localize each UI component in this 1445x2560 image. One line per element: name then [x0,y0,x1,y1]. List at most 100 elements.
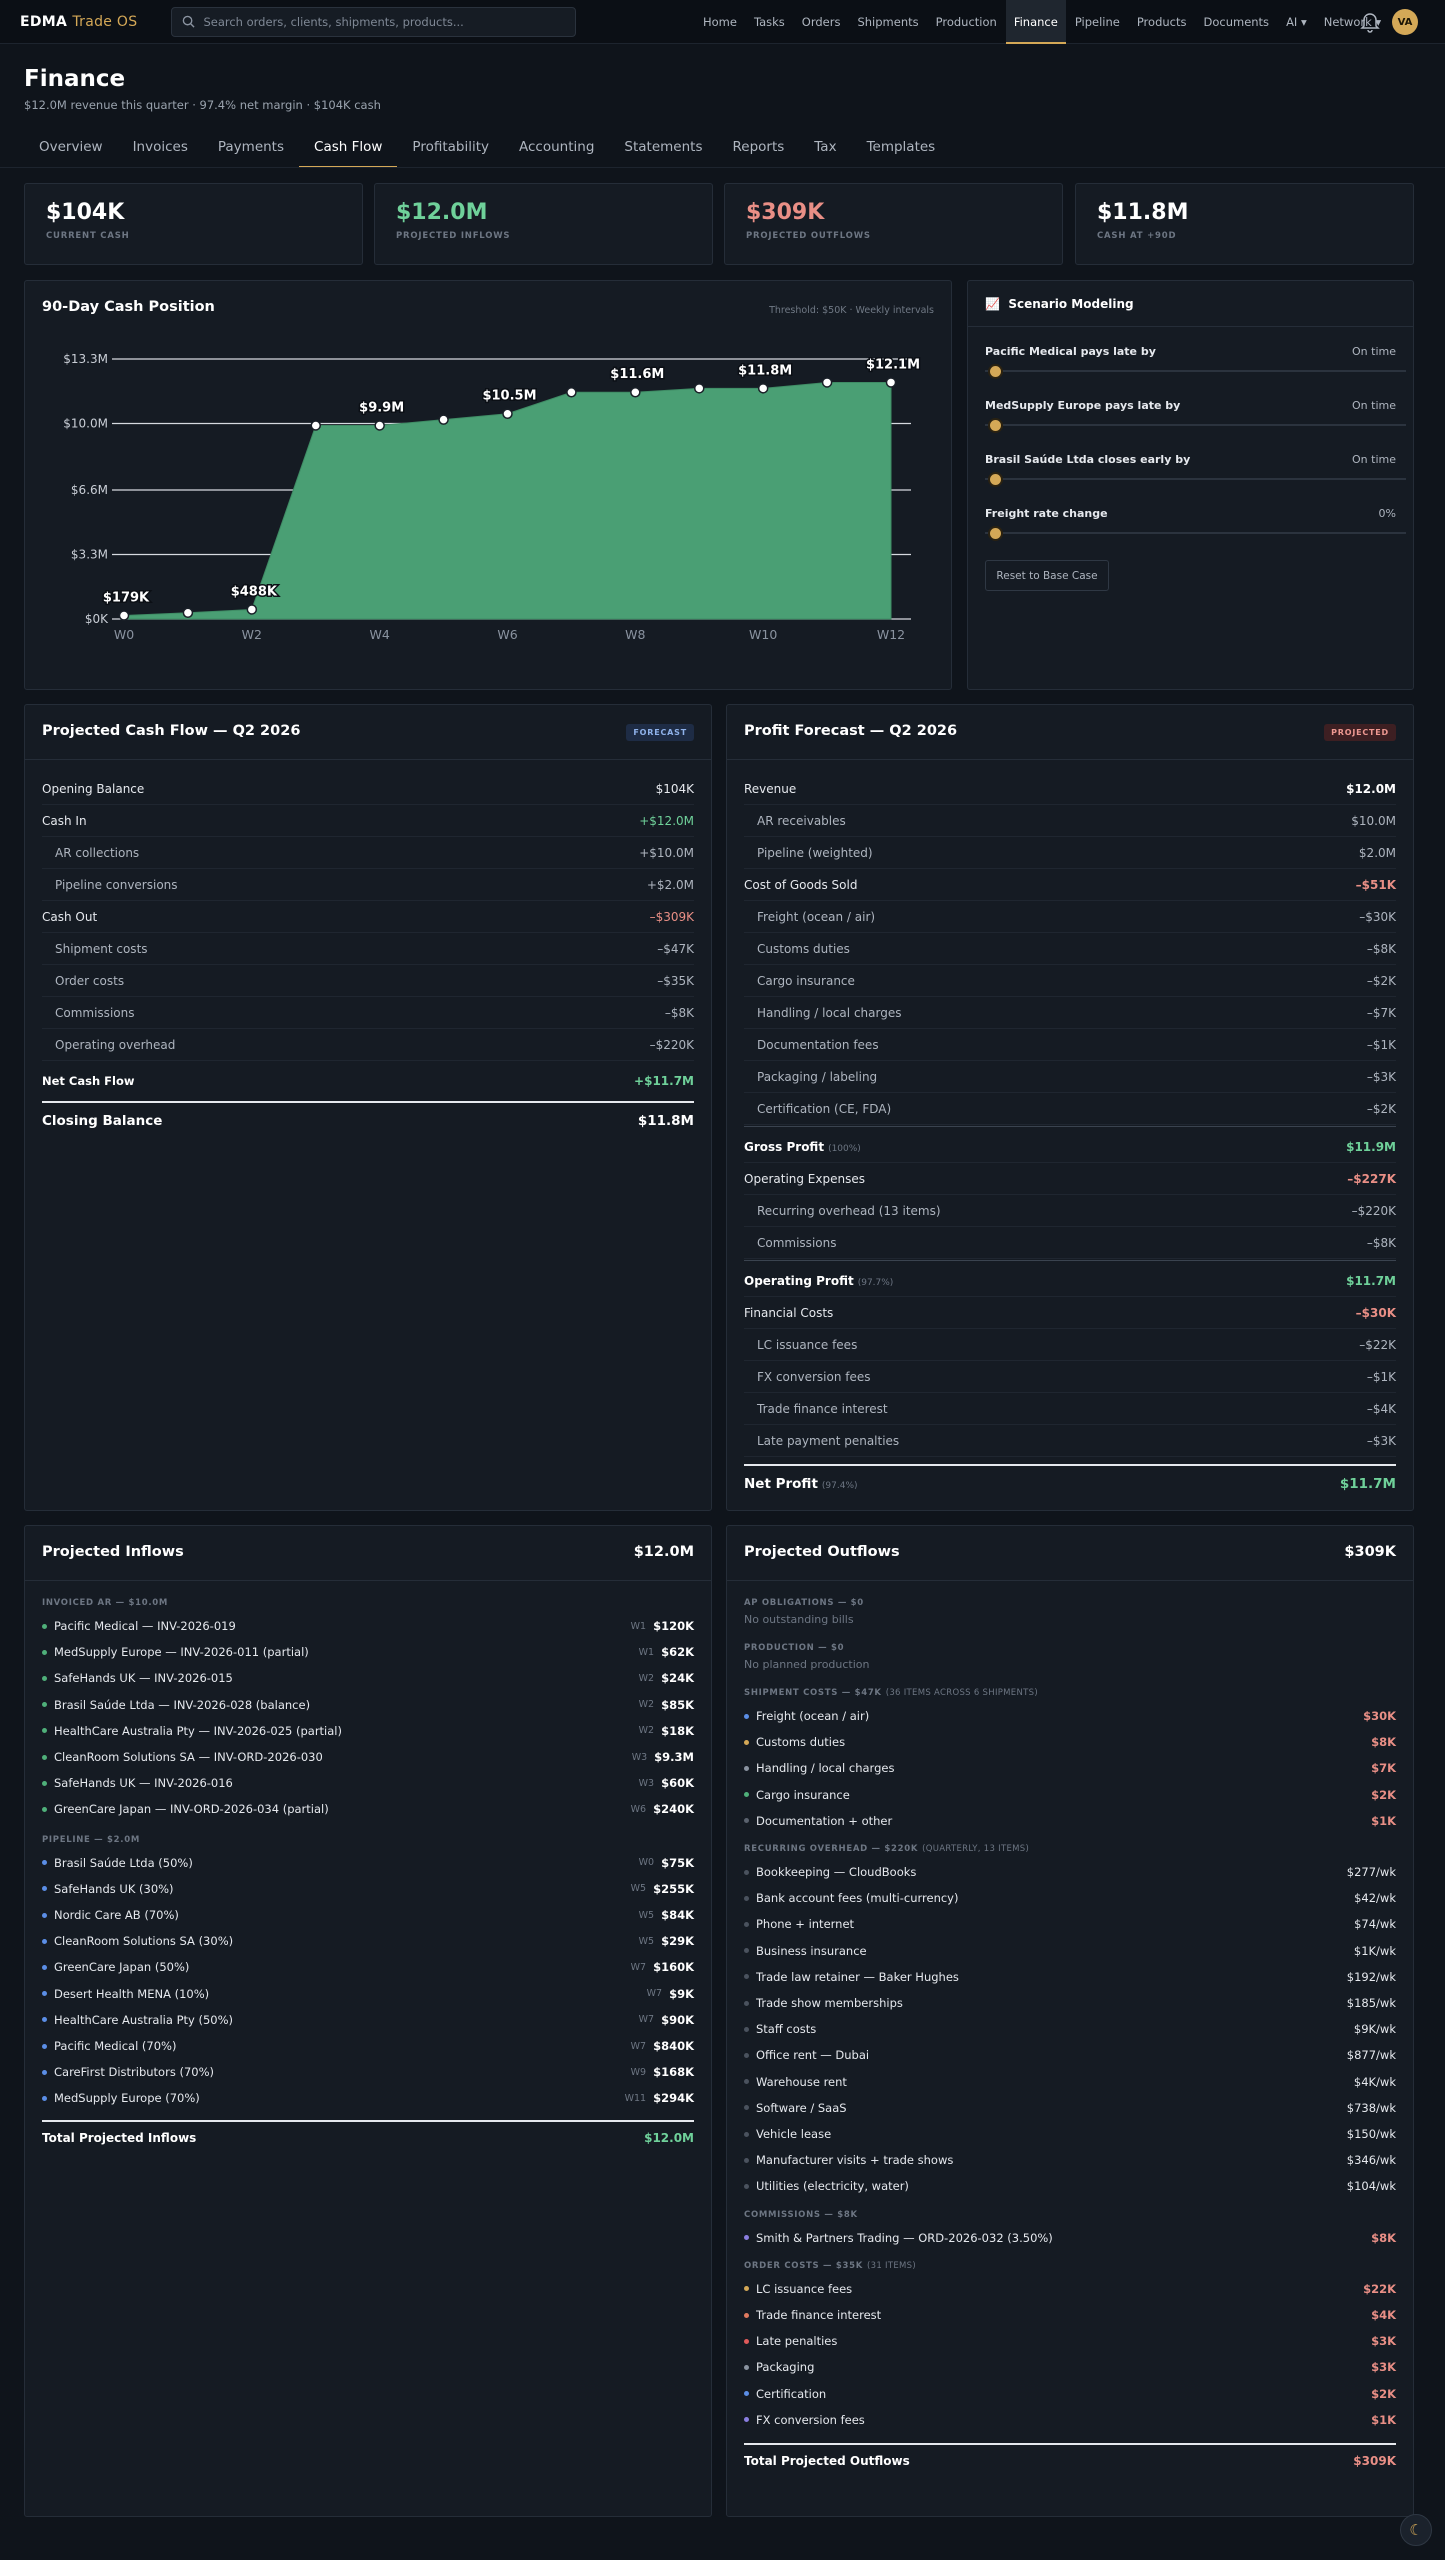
row-label: Closing Balance [42,1113,163,1129]
list-item: Smith & Partners Trading — ORD-2026-032 … [744,2225,1396,2251]
slider-track[interactable] [985,424,1406,426]
tab-cash-flow[interactable]: Cash Flow [299,126,398,168]
list-item: MedSupply Europe — INV-2026-011 (partial… [42,1639,694,1665]
item-amount: $277/wk [1346,1865,1396,1879]
row-label: Cost of Goods Sold [744,878,857,892]
list-item: Office rent — Dubai $877/wk [744,2042,1396,2068]
row-label-text: Pipeline (weighted) [757,845,873,860]
empty-text: No outstanding bills [744,1613,854,1626]
item-label: Bank account fees (multi-currency) [756,1891,959,1906]
nav-item-finance[interactable]: Finance [1005,0,1066,44]
tab-templates[interactable]: Templates [852,126,951,168]
item-label: CleanRoom Solutions SA (30%) [54,1934,234,1949]
projected-badge: PROJECTED [1324,724,1396,741]
list-item: Customs duties $8K [744,1729,1396,1755]
item-amount: $1K [1371,2412,1396,2427]
bullet-dot [744,1713,749,1719]
app-logo[interactable]: EDMA Trade OS [20,14,137,30]
row-label-text: Handling / local charges [757,1005,902,1020]
tab-accounting[interactable]: Accounting [504,126,609,168]
nav-item-ai[interactable]: AI ▾ [1286,0,1307,44]
tab-payments[interactable]: Payments [203,126,299,168]
item-week: W5 [638,1909,655,1921]
bullet-dot [42,1728,47,1734]
row-amount: $104K [655,781,694,796]
row-label: Net Cash Flow [42,1074,135,1088]
item-label: Brasil Saúde Ltda (50%) [54,1855,193,1870]
bullet-dot [744,2391,749,2397]
tab-statements[interactable]: Statements [609,126,717,168]
row-label: Recurring overhead (13 items) [757,1204,941,1218]
profit-row: Cargo insurance –$2K [744,965,1396,997]
nav-item-pipeline[interactable]: Pipeline [1075,0,1120,44]
group-title: ORDER COSTS — $35K [744,2260,863,2271]
row-label: Documentation fees [757,1038,879,1052]
nav-item-production[interactable]: Production [936,0,997,44]
cash-flow-title: Projected Cash Flow — Q2 2026 [42,723,301,739]
group-heading: RECURRING OVERHEAD — $220K (QUARTERLY, 13… [744,1844,1029,1854]
bullet-dot [744,2052,749,2058]
profit-row: Revenue $12.0M [744,773,1396,805]
list-item: Utilities (electricity, water) $104/wk [744,2173,1396,2199]
tab-overview[interactable]: Overview [24,126,118,168]
total-divider [42,2119,694,2122]
data-point [885,377,897,388]
nav-item-shipments[interactable]: Shipments [857,0,918,44]
nav-item-orders[interactable]: Orders [802,0,841,44]
item-label: FX conversion fees [756,2412,865,2427]
tab-tax[interactable]: Tax [799,126,851,168]
notifications-bell-icon[interactable] [1360,11,1380,33]
page-title: Finance [24,66,126,92]
reset-base-case-button[interactable]: Reset to Base Case [985,560,1109,591]
closing-balance-row: Closing Balance $11.8M [42,1105,694,1137]
x-tick-label: W12 [877,627,905,642]
group-note: (QUARTERLY, 13 ITEMS) [922,1844,1030,1854]
row-amount: –$8K [1366,941,1396,956]
slider-handle[interactable] [988,364,1003,379]
profit-row: Recurring overhead (13 items) –$220K [744,1195,1396,1227]
scenario-value: On time [1352,453,1396,466]
list-item: Software / SaaS $738/wk [744,2095,1396,2121]
global-search[interactable]: Search orders, clients, shipments, produ… [171,6,577,37]
user-avatar[interactable]: VA [1392,9,1418,35]
list-item: Business insurance $1K/wk [744,1938,1396,1964]
group-title: SHIPMENT COSTS — $47K [744,1688,882,1698]
tab-invoices[interactable]: Invoices [118,126,203,168]
slider-track[interactable] [985,532,1406,534]
net-profit-divider [744,1464,1396,1466]
item-week: W7 [646,1988,663,2000]
bullet-dot [42,1649,47,1655]
item-amount: $346/wk [1346,2153,1396,2168]
list-item: Trade finance interest $4K [744,2302,1396,2328]
inflows-total: $12.0M [633,1544,694,1560]
theme-toggle-moon-icon[interactable]: ☾ [1400,2514,1432,2546]
list-item: Trade law retainer — Baker Hughes $192/wk [744,1964,1396,1990]
slider-handle[interactable] [988,418,1003,433]
nav-item-home[interactable]: Home [703,0,737,44]
row-label-text: Commissions [757,1235,837,1250]
kpi-label: PROJECTED OUTFLOWS [746,231,871,241]
slider-track[interactable] [985,370,1406,372]
nav-item-documents[interactable]: Documents [1203,0,1269,44]
list-item: CleanRoom Solutions SA (30%) W5 $29K [42,1928,694,1954]
slider-handle[interactable] [988,526,1003,541]
bullet-dot [42,2017,47,2023]
bullet-dot [744,2338,749,2344]
search-input[interactable]: Search orders, clients, shipments, produ… [203,15,463,29]
data-point [694,383,705,394]
bullet-dot [744,1921,749,1927]
slider-track[interactable] [985,478,1406,480]
kpi-value: $104K [46,200,125,225]
nav-item-tasks[interactable]: Tasks [754,0,785,44]
item-week: W7 [630,2040,647,2052]
slider-handle[interactable] [988,472,1003,487]
tab-profitability[interactable]: Profitability [397,126,504,168]
cash-flow-row: Shipment costs –$47K [42,933,694,965]
row-amount: +$12.0M [639,813,694,828]
list-item: GreenCare Japan — INV-ORD-2026-034 (part… [42,1796,694,1822]
item-amount: $104/wk [1346,2179,1396,2194]
nav-item-products[interactable]: Products [1137,0,1187,44]
row-label: Customs duties [757,942,850,956]
data-point [438,414,449,425]
tab-reports[interactable]: Reports [717,126,799,168]
